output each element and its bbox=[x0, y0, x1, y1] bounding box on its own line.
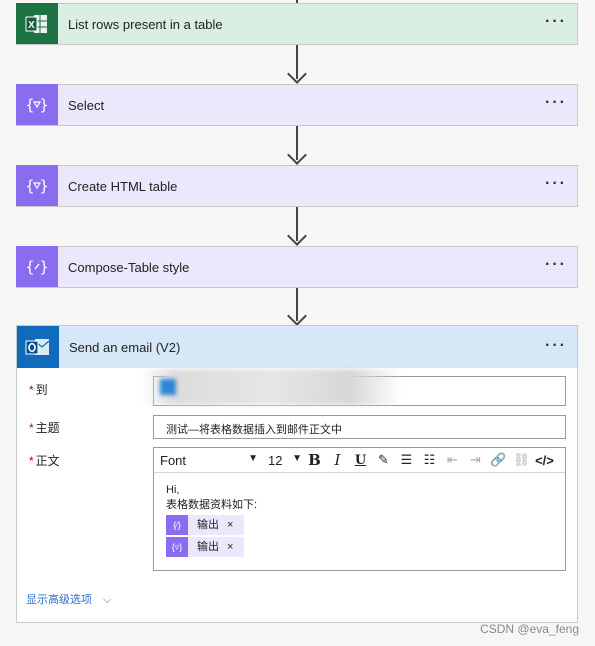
step-title: List rows present in a table bbox=[68, 16, 223, 32]
arrow-head bbox=[287, 306, 307, 326]
compose-icon: { } bbox=[16, 246, 58, 287]
outlook-icon bbox=[17, 326, 59, 368]
arrow-head bbox=[287, 145, 307, 165]
to-label: * 到 bbox=[29, 383, 48, 397]
svg-text:{ }: { } bbox=[25, 177, 49, 195]
more-options-button[interactable]: ··· bbox=[545, 14, 567, 30]
close-icon[interactable]: × bbox=[227, 540, 233, 555]
arrow-head bbox=[287, 226, 307, 246]
body-editor[interactable]: Font ▼ 12 ▼ B I U ✎ ☰ ☷ ⇤ ⇥ 🔗 ⛓ </> Hi, 表格… bbox=[153, 447, 566, 571]
numbered-list-icon[interactable]: ☷ bbox=[419, 452, 440, 468]
step-title: Send an email (V2) bbox=[69, 339, 181, 355]
body-text-line: 表格数据资料如下: bbox=[166, 499, 258, 511]
send-email-header[interactable]: Send an email (V2) ··· bbox=[17, 326, 577, 368]
italic-icon[interactable]: I bbox=[327, 451, 348, 469]
chevron-down-icon: ⌵ bbox=[103, 594, 112, 606]
show-advanced-options-link[interactable]: 显示高级选项 ⌵ bbox=[26, 591, 111, 607]
bullet-list-icon[interactable]: ☰ bbox=[396, 452, 417, 468]
data-operation-icon: { } bbox=[16, 165, 58, 206]
decrease-indent-icon[interactable]: ⇤ bbox=[442, 452, 463, 468]
chevron-down-icon: ▼ bbox=[248, 452, 258, 464]
increase-indent-icon[interactable]: ⇥ bbox=[465, 452, 486, 468]
font-select[interactable]: Font ▼ bbox=[160, 453, 258, 468]
editor-toolbar: Font ▼ 12 ▼ B I U ✎ ☰ ☷ ⇤ ⇥ 🔗 ⛓ </> bbox=[154, 448, 565, 473]
body-label: * 正文 bbox=[29, 454, 60, 468]
data-operation-icon: {▿} bbox=[166, 537, 188, 557]
step-list-rows[interactable]: X List rows present in a table ··· bbox=[16, 3, 578, 45]
underline-icon[interactable]: U bbox=[350, 453, 371, 468]
excel-icon: X bbox=[16, 3, 58, 44]
svg-text:{ }: { } bbox=[25, 96, 49, 114]
step-compose-table-style[interactable]: { } Compose-Table style ··· bbox=[16, 246, 578, 288]
bold-icon[interactable]: B bbox=[304, 451, 325, 469]
step-create-html-table[interactable]: { } Create HTML table ··· bbox=[16, 165, 578, 207]
step-select[interactable]: { } Select ··· bbox=[16, 84, 578, 126]
watermark: CSDN @eva_feng bbox=[480, 622, 579, 636]
body-text-line: Hi, bbox=[166, 484, 180, 496]
code-view-icon[interactable]: </> bbox=[534, 453, 555, 468]
more-options-button[interactable]: ··· bbox=[545, 176, 567, 192]
to-field[interactable] bbox=[142, 369, 566, 406]
more-options-button[interactable]: ··· bbox=[545, 257, 567, 273]
svg-text:X: X bbox=[28, 20, 35, 31]
more-options-button[interactable]: ··· bbox=[545, 338, 567, 354]
step-title: Compose-Table style bbox=[68, 259, 190, 275]
chevron-down-icon: ▼ bbox=[292, 452, 302, 464]
step-send-email: Send an email (V2) ··· * 到 * 主题 测试—将表格数据插入… bbox=[16, 325, 578, 623]
compose-icon: {⁄} bbox=[166, 515, 188, 535]
subject-label: * 主题 bbox=[29, 421, 60, 435]
step-title: Select bbox=[68, 97, 105, 113]
dynamic-content-token[interactable]: {▿} 输出 × bbox=[166, 537, 244, 557]
dynamic-content-token[interactable]: {⁄} 输出 × bbox=[166, 515, 244, 535]
text-color-icon[interactable]: ✎ bbox=[373, 452, 394, 468]
subject-field[interactable]: 测试—将表格数据插入到邮件正文中 bbox=[153, 415, 566, 439]
editor-content[interactable]: Hi, 表格数据资料如下: {⁄} 输出 × {▿} 输出 × bbox=[154, 473, 565, 557]
unlink-icon[interactable]: ⛓ bbox=[511, 452, 532, 468]
more-options-button[interactable]: ··· bbox=[545, 95, 567, 111]
step-title: Create HTML table bbox=[68, 178, 178, 194]
link-icon[interactable]: 🔗 bbox=[488, 452, 509, 468]
close-icon[interactable]: × bbox=[227, 518, 233, 533]
redacted-recipient bbox=[142, 369, 402, 405]
arrow-head bbox=[287, 64, 307, 84]
data-operation-icon: { } bbox=[16, 84, 58, 125]
font-size-select[interactable]: 12 ▼ bbox=[268, 453, 302, 468]
